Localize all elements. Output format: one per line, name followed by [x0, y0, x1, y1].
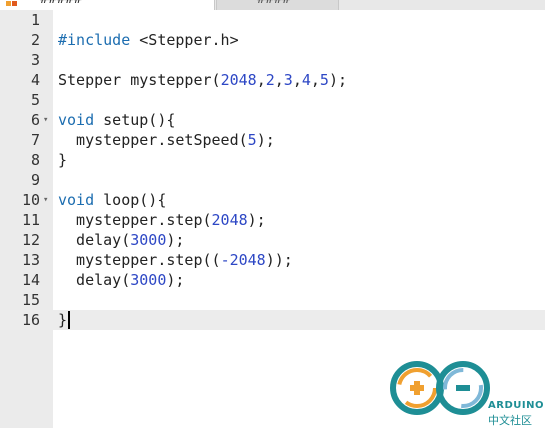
code-text: }	[58, 310, 71, 330]
code-line[interactable]: 16}	[0, 310, 545, 330]
arduino-logo-watermark: ARDUINO 中文社区	[388, 356, 544, 427]
line-number: 15	[21, 291, 40, 309]
tab-sketch-main[interactable]: #####	[0, 0, 215, 10]
line-number: 3	[30, 51, 40, 69]
tab-secondary[interactable]: ####	[216, 0, 339, 10]
tab-label: #####	[40, 0, 82, 7]
code-line[interactable]: 2 #include <Stepper.h>	[0, 30, 545, 50]
code-text: mystepper.step((-2048));	[58, 251, 293, 269]
code-line[interactable]: 15	[0, 290, 545, 310]
line-number: 16	[21, 311, 40, 329]
fold-arrow-icon[interactable]: ▾	[43, 110, 48, 130]
code-line[interactable]: 11 mystepper.step(2048);	[0, 210, 545, 230]
code-line[interactable]: 6 ▾ void setup(){	[0, 110, 545, 130]
code-line[interactable]: 10 ▾ void loop(){	[0, 190, 545, 210]
code-text: delay(3000);	[58, 231, 185, 249]
code-text: }	[58, 151, 68, 169]
line-number: 6	[30, 111, 40, 129]
code-text: delay(3000);	[58, 271, 185, 289]
code-text: void setup(){	[58, 111, 176, 129]
line-number: 13	[21, 251, 40, 269]
line-number: 12	[21, 231, 40, 249]
code-line[interactable]: 1	[0, 10, 545, 30]
code-line[interactable]: 9	[0, 170, 545, 190]
line-number: 1	[30, 11, 40, 29]
code-line[interactable]: 8}	[0, 150, 545, 170]
code-text: #include <Stepper.h>	[58, 31, 239, 49]
code-line[interactable]: 5	[0, 90, 545, 110]
line-number: 8	[30, 151, 40, 169]
line-number: 10	[21, 191, 40, 209]
code-line[interactable]: 13 mystepper.step((-2048));	[0, 250, 545, 270]
tab-label: ####	[257, 0, 291, 7]
code-text: void loop(){	[58, 191, 167, 209]
logo-sub-text: 中文社区	[488, 414, 532, 427]
fold-arrow-icon[interactable]: ▾	[43, 190, 48, 210]
line-number: 5	[30, 91, 40, 109]
code-line[interactable]: 7 mystepper.setSpeed(5);	[0, 130, 545, 150]
text-cursor	[68, 311, 71, 329]
code-text: mystepper.step(2048);	[58, 211, 266, 229]
line-number: 9	[30, 171, 40, 189]
code-text: mystepper.setSpeed(5);	[58, 131, 275, 149]
code-line[interactable]: 14 delay(3000);	[0, 270, 545, 290]
line-number: 2	[30, 31, 40, 49]
tab-bar: ##### ####	[0, 0, 545, 10]
line-number: 14	[21, 271, 40, 289]
line-number: 7	[30, 131, 40, 149]
line-number: 11	[21, 211, 40, 229]
code-line[interactable]: 3	[0, 50, 545, 70]
sketch-icon	[6, 1, 17, 6]
line-number: 4	[30, 71, 40, 89]
logo-brand-text: ARDUINO	[488, 400, 544, 411]
code-line[interactable]: 4 Stepper mystepper(2048,2,3,4,5);	[0, 70, 545, 90]
code-line[interactable]: 12 delay(3000);	[0, 230, 545, 250]
code-text: Stepper mystepper(2048,2,3,4,5);	[58, 71, 347, 89]
